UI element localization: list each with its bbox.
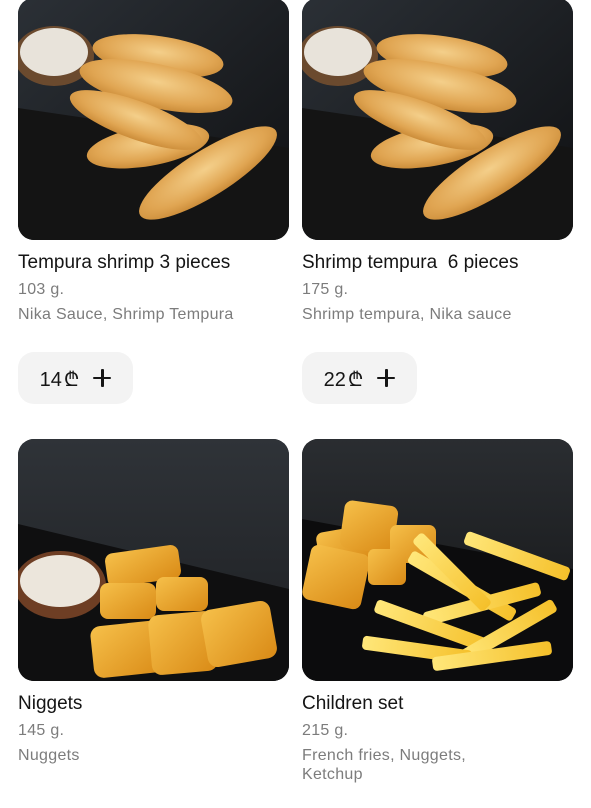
children-set-photo [302, 439, 573, 681]
product-weight: 145 g. [18, 722, 65, 739]
product-ingredients: Nuggets [18, 747, 80, 764]
plus-icon [377, 369, 396, 387]
product-photo[interactable] [18, 439, 289, 681]
product-price: 22 ₾ [324, 365, 364, 392]
price-value: 14 [39, 368, 62, 391]
product-ingredients: Nika Sauce, Shrimp Tempura [18, 306, 234, 323]
add-to-cart-button[interactable]: 14 ₾ [18, 352, 133, 404]
currency-symbol: ₾ [347, 368, 364, 391]
product-card[interactable]: Shrimp tempura 6 pieces 175 g. Shrimp te… [302, 0, 573, 404]
product-card[interactable]: Tempura shrimp 3 pieces 103 g. Nika Sauc… [18, 0, 289, 404]
price-value: 22 [323, 368, 346, 391]
product-name[interactable]: Niggets [18, 692, 289, 716]
product-weight: 103 g. [18, 281, 65, 298]
shrimp-tempura-photo [18, 0, 289, 240]
currency-symbol: ₾ [63, 368, 80, 391]
product-name[interactable]: Shrimp tempura 6 pieces [302, 251, 573, 275]
product-weight: 175 g. [302, 281, 349, 298]
plus-icon [93, 369, 112, 387]
product-card[interactable]: Niggets 145 g. Nuggets [18, 439, 289, 765]
shrimp-tempura-photo [302, 0, 573, 240]
product-ingredients: Shrimp tempura, Nika sauce [302, 306, 512, 323]
add-to-cart-button[interactable]: 22 ₾ [302, 352, 417, 404]
product-photo[interactable] [18, 0, 289, 240]
product-ingredients: French fries, Nuggets, Ketchup [302, 747, 466, 783]
product-price: 14 ₾ [40, 365, 80, 392]
product-weight: 215 g. [302, 722, 349, 739]
product-photo[interactable] [302, 0, 573, 240]
product-name[interactable]: Children set [302, 692, 573, 716]
product-name[interactable]: Tempura shrimp 3 pieces [18, 251, 289, 275]
product-card[interactable]: Children set 215 g. French fries, Nugget… [302, 439, 573, 784]
product-photo[interactable] [302, 439, 573, 681]
nuggets-photo [18, 439, 289, 681]
